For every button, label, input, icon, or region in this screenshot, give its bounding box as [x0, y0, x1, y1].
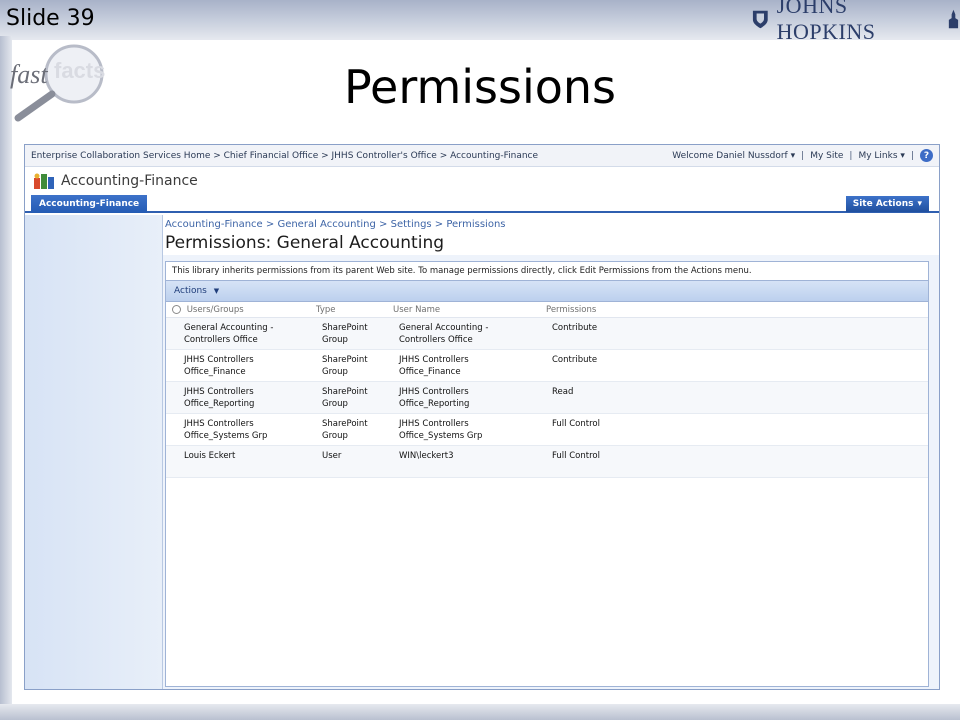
- cell-user-name: JHHS Controllers Office_Systems Grp: [399, 419, 483, 441]
- header-type[interactable]: Type: [316, 305, 393, 315]
- table-row[interactable]: Louis Eckert User WIN\leckert3 Full Cont…: [166, 446, 928, 478]
- separator: |: [801, 150, 805, 161]
- user-menu-bar: Welcome Daniel Nussdorf ▾ | My Site | My…: [672, 149, 933, 162]
- body-area: Accounting-Finance > General Accounting …: [25, 215, 939, 689]
- cell-type: SharePoint Group: [322, 355, 368, 377]
- site-title[interactable]: Accounting-Finance: [61, 173, 198, 189]
- cell-type: SharePoint Group: [322, 387, 368, 409]
- page-breadcrumb[interactable]: Accounting-Finance > General Accounting …: [165, 219, 506, 230]
- actions-menu[interactable]: Actions ▼: [174, 286, 219, 296]
- cell-user-group[interactable]: JHHS Controllers Office_Reporting: [166, 386, 322, 410]
- chevron-down-icon: ▾: [790, 150, 796, 161]
- cell-user-name: WIN\leckert3: [399, 451, 454, 461]
- main-content: Accounting-Finance > General Accounting …: [163, 215, 939, 689]
- cell-permission: Contribute: [552, 355, 598, 365]
- chevron-down-icon: ▾: [900, 150, 905, 161]
- header-users-groups[interactable]: Users/Groups: [166, 304, 316, 315]
- permissions-table: Users/Groups Type User Name Permissions …: [166, 302, 928, 478]
- help-icon[interactable]: ?: [920, 149, 933, 162]
- global-topbar: Enterprise Collaboration Services Home >…: [25, 145, 939, 167]
- quick-launch: [25, 215, 163, 689]
- header-users-groups-label: Users/Groups: [186, 304, 244, 315]
- welcome-label: Welcome Daniel Nussdorf: [672, 150, 788, 161]
- cell-user-name: JHHS Controllers Office_Reporting: [399, 387, 470, 409]
- shield-icon: [752, 10, 768, 29]
- my-links-label: My Links: [858, 150, 898, 161]
- radio-icon[interactable]: [172, 304, 181, 314]
- cell-permission: Contribute: [552, 323, 598, 333]
- cell-permission: Full Control: [552, 419, 600, 429]
- my-site-link[interactable]: My Site: [810, 151, 843, 161]
- johns-hopkins-logo: JOHNS HOPKINS: [752, 0, 960, 44]
- slide-bottom-band: [0, 704, 960, 720]
- table-row[interactable]: JHHS Controllers Office_Systems Grp Shar…: [166, 414, 928, 446]
- cell-user-group[interactable]: General Accounting - Controllers Office: [166, 322, 322, 346]
- table-row[interactable]: JHHS Controllers Office_Finance SharePoi…: [166, 350, 928, 382]
- tab-accounting-finance[interactable]: Accounting-Finance: [31, 195, 148, 213]
- header-permissions[interactable]: Permissions: [546, 305, 746, 315]
- chevron-down-icon: ▾: [917, 199, 922, 209]
- site-actions-label: Site Actions: [852, 199, 914, 209]
- site-header: Accounting-Finance: [25, 167, 939, 195]
- top-nav: Accounting-Finance Site Actions ▾: [25, 195, 939, 213]
- tower-icon: [948, 9, 959, 29]
- cell-permission: Read: [552, 387, 574, 397]
- inheritance-notice: This library inherits permissions from i…: [172, 266, 752, 276]
- my-links-menu[interactable]: My Links ▾: [858, 151, 904, 161]
- cell-user-group[interactable]: JHHS Controllers Office_Systems Grp: [166, 418, 322, 442]
- cell-user-name: JHHS Controllers Office_Finance: [399, 355, 469, 377]
- list-toolbar: Actions ▼: [166, 280, 928, 302]
- cell-user-group[interactable]: JHHS Controllers Office_Finance: [166, 354, 322, 378]
- page-title: Permissions: General Accounting: [165, 233, 445, 253]
- slide-left-band: [0, 36, 12, 720]
- cell-type: SharePoint Group: [322, 323, 368, 345]
- chevron-down-icon: ▼: [213, 287, 220, 295]
- separator: |: [849, 150, 853, 161]
- table-row[interactable]: JHHS Controllers Office_Reporting ShareP…: [166, 382, 928, 414]
- separator: |: [910, 150, 914, 161]
- slide-number: Slide 39: [6, 6, 95, 31]
- table-header: Users/Groups Type User Name Permissions: [166, 302, 928, 318]
- cell-type: User: [322, 451, 342, 461]
- global-breadcrumb[interactable]: Enterprise Collaboration Services Home >…: [31, 151, 672, 161]
- cell-user-group[interactable]: Louis Eckert: [166, 450, 322, 462]
- sharepoint-screenshot: Enterprise Collaboration Services Home >…: [24, 144, 940, 690]
- permissions-panel: This library inherits permissions from i…: [165, 261, 929, 687]
- logo-wordmark: JOHNS HOPKINS: [776, 0, 876, 44]
- actions-label: Actions: [174, 286, 207, 296]
- table-row[interactable]: General Accounting - Controllers Office …: [166, 318, 928, 350]
- cell-type: SharePoint Group: [322, 419, 368, 441]
- cell-user-name: General Accounting - Controllers Office: [399, 323, 489, 345]
- site-logo-icon: [34, 173, 54, 189]
- welcome-menu[interactable]: Welcome Daniel Nussdorf ▾: [672, 151, 795, 161]
- header-user-name[interactable]: User Name: [393, 305, 546, 315]
- table-body: General Accounting - Controllers Office …: [166, 318, 928, 478]
- cell-permission: Full Control: [552, 451, 600, 461]
- slide-title: Permissions: [343, 60, 617, 114]
- site-actions-button[interactable]: Site Actions ▾: [845, 196, 929, 212]
